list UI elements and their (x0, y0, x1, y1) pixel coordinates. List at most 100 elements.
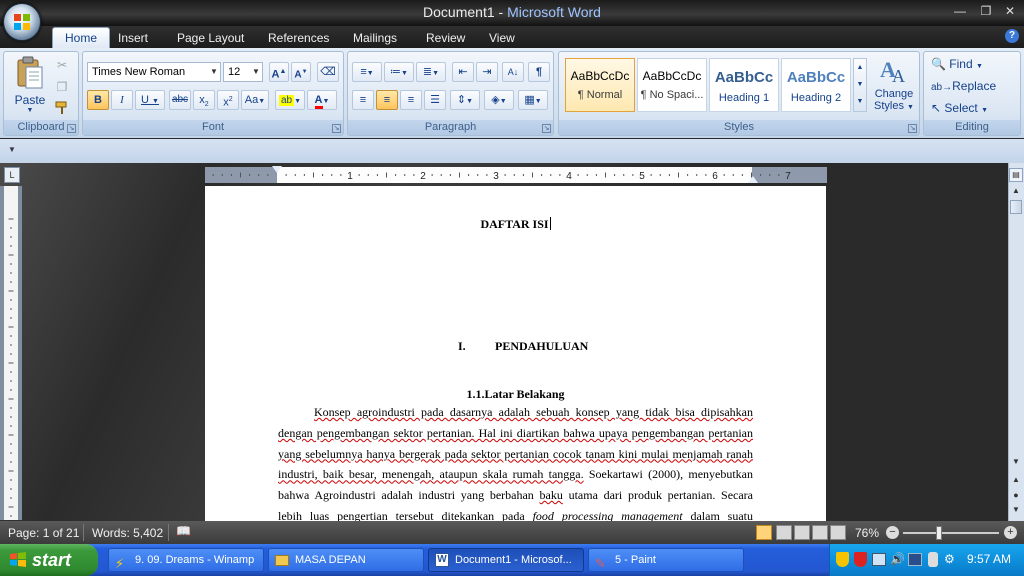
tab-references[interactable]: References (256, 29, 341, 48)
network-icon[interactable] (872, 553, 886, 566)
numbering-button[interactable]: ≔▼ (384, 62, 414, 82)
paste-button[interactable]: Paste ▼ (10, 56, 50, 114)
paragraph-launcher[interactable]: ↘ (542, 124, 551, 133)
strikethrough-button[interactable]: abc (169, 90, 191, 110)
bold-button[interactable]: B (87, 90, 109, 110)
tab-insert[interactable]: Insert (106, 29, 160, 48)
format-painter-icon[interactable] (54, 100, 70, 116)
office-button[interactable] (3, 3, 41, 41)
zoom-slider-thumb[interactable] (936, 526, 942, 540)
ruler-number: 5 (639, 171, 645, 182)
change-styles-button[interactable]: A A Change Styles ▼ (870, 55, 918, 117)
tab-page-layout[interactable]: Page Layout (165, 29, 256, 48)
line-spacing-button[interactable]: ⇕▼ (450, 90, 480, 110)
start-button[interactable]: start (0, 544, 98, 576)
display-icon[interactable] (908, 553, 922, 566)
change-case-button[interactable]: Aa▼ (241, 90, 269, 110)
word-count[interactable]: Words: 5,402 (92, 526, 163, 540)
find-button[interactable]: 🔍 Find ▼ (931, 55, 983, 73)
vertical-scrollbar[interactable] (1008, 163, 1024, 521)
security-icon[interactable] (854, 552, 867, 567)
minimize-button[interactable]: — (950, 4, 970, 18)
styles-gallery-scroll[interactable]: ▲ ▼ ▼ (853, 58, 867, 112)
paragraph-group: ≡▼ ≔▼ ≣▼ ⇤ ⇥ A↓ ¶ ≡ ≡ ≡ ☰ ⇕▼ ◈▼ ▦▼ Parag… (347, 51, 554, 136)
scroll-down-icon[interactable]: ▼ (1010, 457, 1022, 467)
underline-button[interactable]: U ▼ (135, 90, 165, 110)
font-launcher[interactable]: ↘ (332, 124, 341, 133)
zoom-in-icon[interactable]: + (1004, 526, 1017, 539)
print-layout-view-icon[interactable] (756, 525, 772, 540)
styles-launcher[interactable]: ↘ (908, 124, 917, 133)
help-icon[interactable]: ? (1005, 29, 1019, 43)
page-count[interactable]: Page: 1 of 21 (8, 526, 79, 540)
tab-home[interactable]: Home (52, 27, 111, 48)
select-button[interactable]: ↖ Select ▼ (931, 99, 988, 117)
next-page-icon[interactable]: ▼ (1010, 505, 1022, 517)
show-hide-button[interactable]: ¶ (528, 62, 550, 82)
sort-button[interactable]: A↓ (502, 62, 524, 82)
usb-icon[interactable] (928, 552, 938, 567)
scroll-up-icon[interactable]: ▲ (1010, 186, 1022, 196)
previous-page-icon[interactable]: ▲ (1010, 475, 1022, 487)
proofing-icon[interactable]: 📖 (176, 524, 194, 540)
font-size-combo[interactable]: 12 ▼ (223, 62, 263, 82)
right-indent-marker[interactable] (748, 176, 758, 183)
zoom-level[interactable]: 76% (855, 526, 879, 540)
font-color-button[interactable]: A▼ (307, 90, 337, 110)
clear-formatting-button[interactable]: ⌫ (317, 62, 339, 82)
clipboard-launcher[interactable]: ↘ (67, 124, 76, 133)
draft-view-icon[interactable] (830, 525, 846, 540)
zoom-slider[interactable] (903, 532, 999, 534)
task-winamp[interactable]: ⚡ 9. 09. Dreams - Winamp (108, 548, 264, 572)
style-normal[interactable]: AaBbCcDc ¶ Normal (565, 58, 635, 112)
update-icon[interactable]: ⚙ (944, 552, 958, 567)
task-paint[interactable]: ✎ 5 - Paint (588, 548, 744, 572)
browse-object-icon[interactable]: ● (1010, 490, 1022, 502)
copy-icon[interactable]: ❐ (54, 80, 70, 96)
web-layout-icon[interactable] (794, 525, 810, 540)
shading-button[interactable]: ◈▼ (484, 90, 514, 110)
decrease-indent-button[interactable]: ⇤ (452, 62, 474, 82)
task-masa-depan[interactable]: MASA DEPAN (268, 548, 424, 572)
svg-text:A: A (892, 66, 905, 85)
replace-button[interactable]: ab→Replace (931, 77, 996, 95)
first-line-indent-marker[interactable] (272, 166, 282, 173)
tab-selector-button[interactable]: L (4, 167, 20, 183)
outline-view-icon[interactable] (812, 525, 828, 540)
bullets-button[interactable]: ≡▼ (352, 62, 382, 82)
shield-icon[interactable] (836, 552, 849, 567)
style-heading-1[interactable]: AaBbCc Heading 1 (709, 58, 779, 112)
font-family-combo[interactable]: Times New Roman ▼ (87, 62, 221, 82)
style-no-spacing[interactable]: AaBbCcDc ¶ No Spaci... (637, 58, 707, 112)
borders-button[interactable]: ▦▼ (518, 90, 548, 110)
align-left-button[interactable]: ≡ (352, 90, 374, 110)
italic-button[interactable]: I (111, 90, 133, 110)
tab-mailings[interactable]: Mailings (341, 29, 409, 48)
close-button[interactable]: ✕ (1000, 4, 1020, 18)
change-styles-line2: Styles (874, 100, 904, 112)
full-screen-reading-icon[interactable] (776, 525, 792, 540)
restore-button[interactable]: ❐ (976, 4, 996, 18)
superscript-button[interactable]: x2 (217, 90, 239, 110)
align-center-button[interactable]: ≡ (376, 90, 398, 110)
justify-button[interactable]: ☰ (424, 90, 446, 110)
multilevel-list-button[interactable]: ≣▼ (416, 62, 446, 82)
view-ruler-icon[interactable]: ▤ (1009, 168, 1023, 182)
scroll-thumb[interactable] (1010, 200, 1022, 214)
vertical-ruler-ticks (8, 218, 14, 517)
style-heading-2[interactable]: AaBbCc Heading 2 (781, 58, 851, 112)
tab-view[interactable]: View (477, 29, 527, 48)
highlight-button[interactable]: ab ▼ (275, 90, 305, 110)
zoom-out-icon[interactable]: − (886, 526, 899, 539)
font-group: Times New Roman ▼ 12 ▼ A▲ A▼ ⌫ B I U ▼ abc… (82, 51, 344, 136)
task-document1[interactable]: W Document1 - Microsof... (428, 548, 584, 572)
tab-review[interactable]: Review (414, 29, 477, 48)
subscript-button[interactable]: x2 (193, 90, 215, 110)
volume-icon[interactable]: 🔊 (890, 552, 905, 567)
cut-icon[interactable]: ✂ (54, 58, 70, 74)
shrink-font-button[interactable]: A▼ (291, 62, 311, 82)
increase-indent-button[interactable]: ⇥ (476, 62, 498, 82)
align-right-button[interactable]: ≡ (400, 90, 422, 110)
customize-qat-button[interactable]: ▼ (8, 145, 16, 154)
grow-font-button[interactable]: A▲ (269, 62, 289, 82)
